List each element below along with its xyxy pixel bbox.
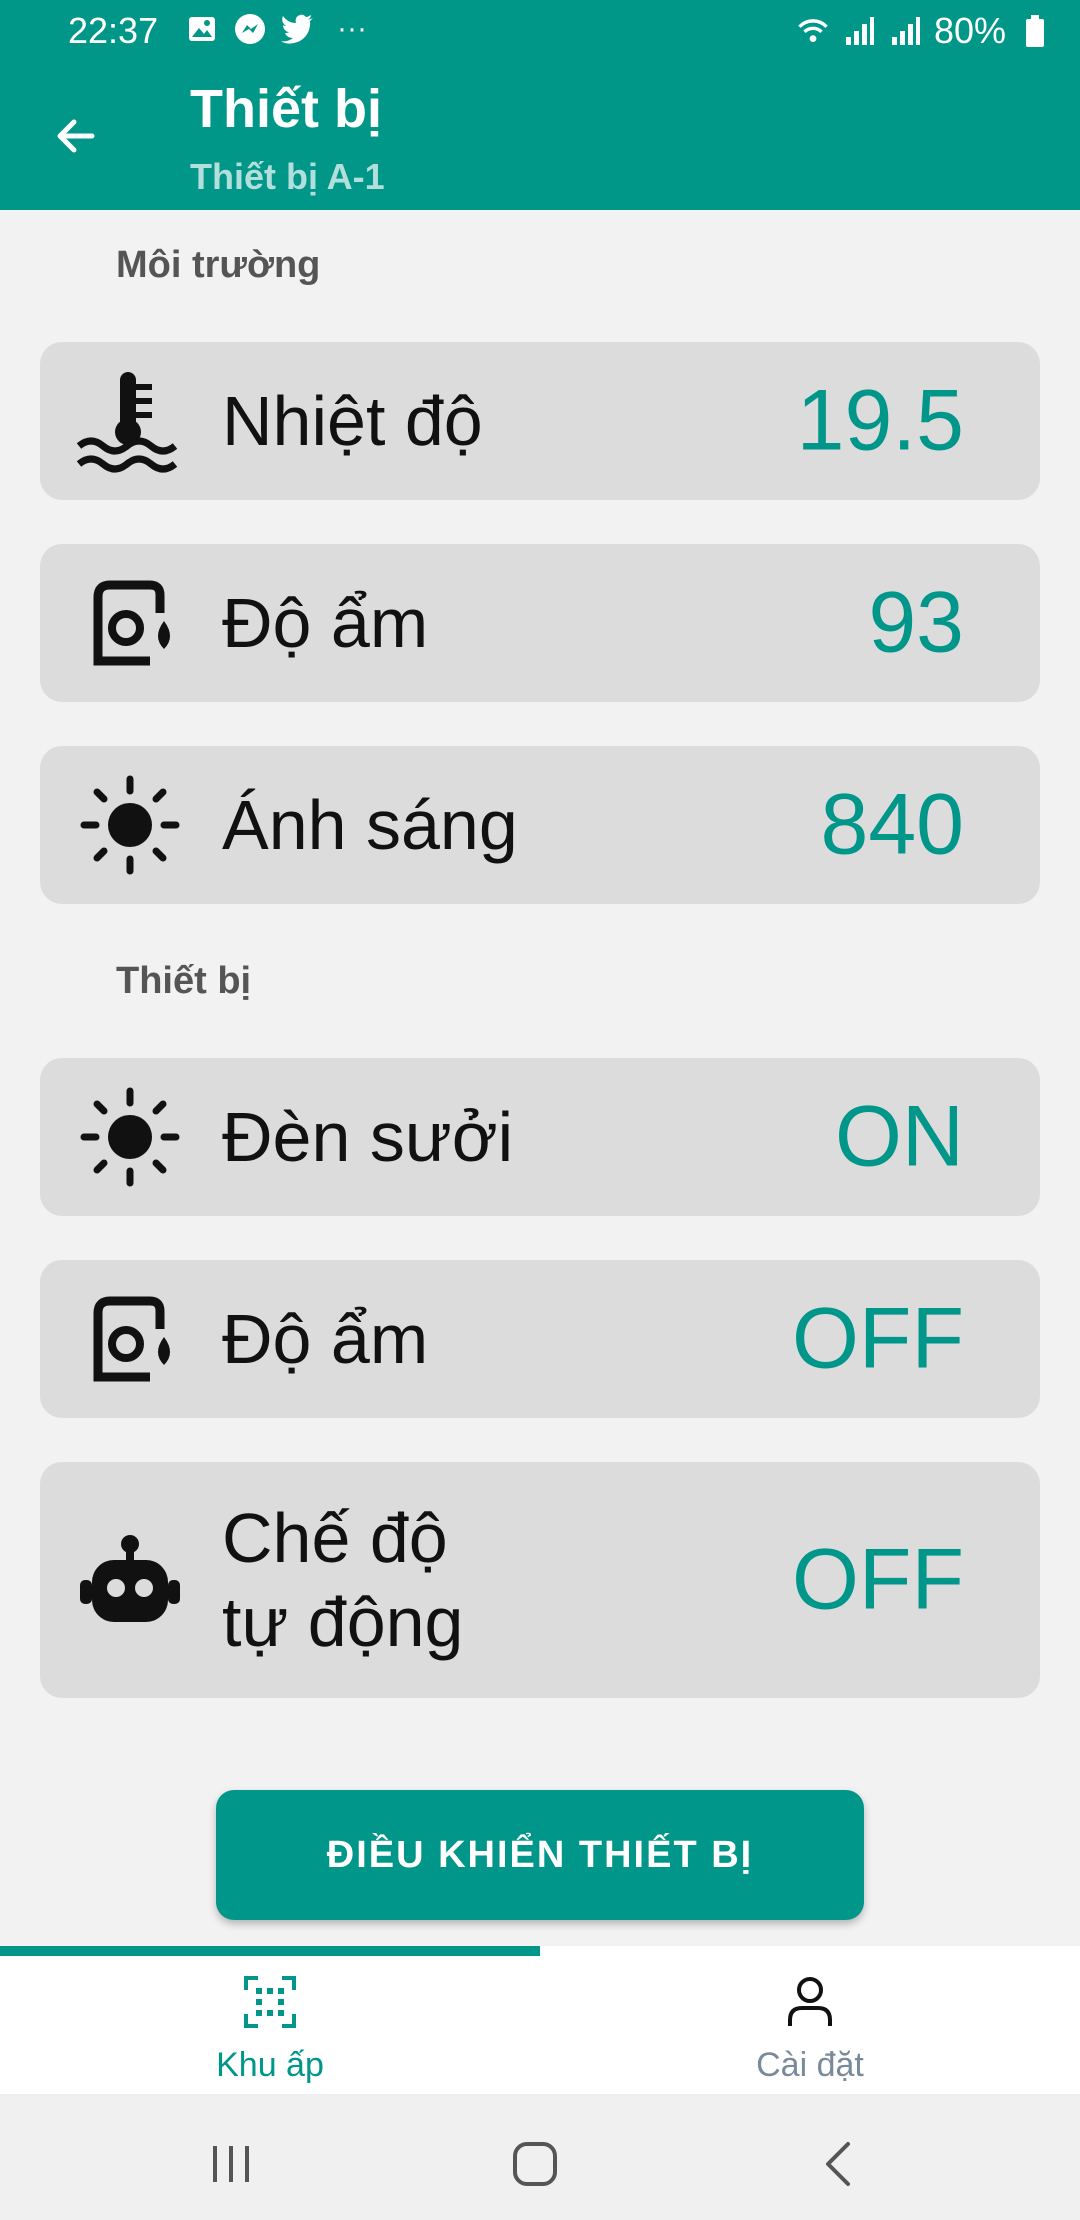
page-subtitle: Thiết bị A-1	[190, 156, 385, 197]
page-title: Thiết bị	[190, 79, 382, 139]
nav-tab-label: Cài đặt	[756, 2046, 864, 2084]
more-notifications: ···	[337, 12, 367, 45]
person-icon	[782, 1974, 838, 2030]
notification-icons: ···	[185, 12, 367, 46]
thermometer-water-icon	[74, 365, 186, 477]
device-label: Đèn sưởi	[222, 1098, 514, 1176]
device-label: Chế độ tự động	[222, 1496, 642, 1664]
gallery-icon	[185, 12, 219, 46]
nav-tab-label: Khu ấp	[216, 2046, 324, 2084]
robot-icon	[74, 1524, 186, 1636]
env-card-light: Ánh sáng 840	[40, 746, 1040, 904]
control-devices-button[interactable]: ĐIỀU KHIỂN THIẾT BỊ	[216, 1790, 864, 1920]
env-label: Ánh sáng	[222, 786, 518, 864]
env-card-humidity: Độ ẩm 93	[40, 544, 1040, 702]
humidity-icon	[74, 1283, 186, 1395]
bottom-navigation: Khu ấp Cài đặt	[0, 1946, 1080, 2094]
device-card-heater[interactable]: Đèn sưởi ON	[40, 1058, 1040, 1216]
section-title-devices: Thiết bị	[116, 960, 252, 1002]
signal-icon-2	[888, 14, 922, 48]
signal-icon-1	[842, 14, 876, 48]
status-time: 22:37	[68, 10, 159, 51]
device-label: Độ ẩm	[222, 1300, 429, 1378]
battery-icon	[1018, 14, 1052, 48]
messenger-icon	[233, 12, 267, 46]
device-label-line2: tự động	[222, 1583, 464, 1661]
device-card-humidifier[interactable]: Độ ẩm OFF	[40, 1260, 1040, 1418]
system-back-button[interactable]	[798, 2124, 878, 2204]
device-status: OFF	[792, 1290, 964, 1387]
system-navigation-bar	[0, 2094, 1080, 2220]
back-button[interactable]	[40, 100, 112, 172]
sun-icon	[74, 769, 186, 881]
home-icon	[513, 2142, 557, 2186]
recent-apps-button[interactable]	[192, 2124, 272, 2204]
env-card-temperature: Nhiệt độ 19.5	[40, 342, 1040, 500]
env-label: Nhiệt độ	[222, 382, 483, 460]
device-label-line1: Chế độ	[222, 1499, 448, 1577]
device-card-auto-mode[interactable]: Chế độ tự động OFF	[40, 1462, 1040, 1698]
wifi-icon	[796, 14, 830, 48]
active-tab-indicator	[0, 1946, 540, 1956]
nav-tab-settings[interactable]: Cài đặt	[540, 1956, 1080, 2094]
recent-apps-icon	[213, 2146, 249, 2182]
env-value: 840	[820, 776, 965, 873]
nav-tab-incubator[interactable]: Khu ấp	[0, 1956, 540, 2094]
section-title-environment: Môi trường	[116, 244, 321, 286]
env-value: 93	[868, 574, 964, 671]
chevron-left-icon	[826, 2142, 850, 2186]
device-status: ON	[835, 1088, 964, 1185]
arrow-left-icon	[57, 119, 95, 153]
humidity-icon	[74, 567, 186, 679]
sun-icon	[74, 1081, 186, 1193]
env-label: Độ ẩm	[222, 584, 429, 662]
status-bar: 22:37 ··· 80%	[0, 0, 1080, 62]
device-status: OFF	[792, 1531, 964, 1628]
env-value: 19.5	[796, 372, 964, 469]
app-bar: 22:37 ··· 80% Thiết bị Thiết bị A-1	[0, 0, 1080, 210]
home-button[interactable]	[495, 2124, 575, 2204]
status-right: 80%	[796, 10, 1052, 52]
twitter-icon	[281, 12, 315, 46]
grid-scan-icon	[242, 1974, 298, 2030]
battery-percent: 80%	[933, 10, 1006, 51]
